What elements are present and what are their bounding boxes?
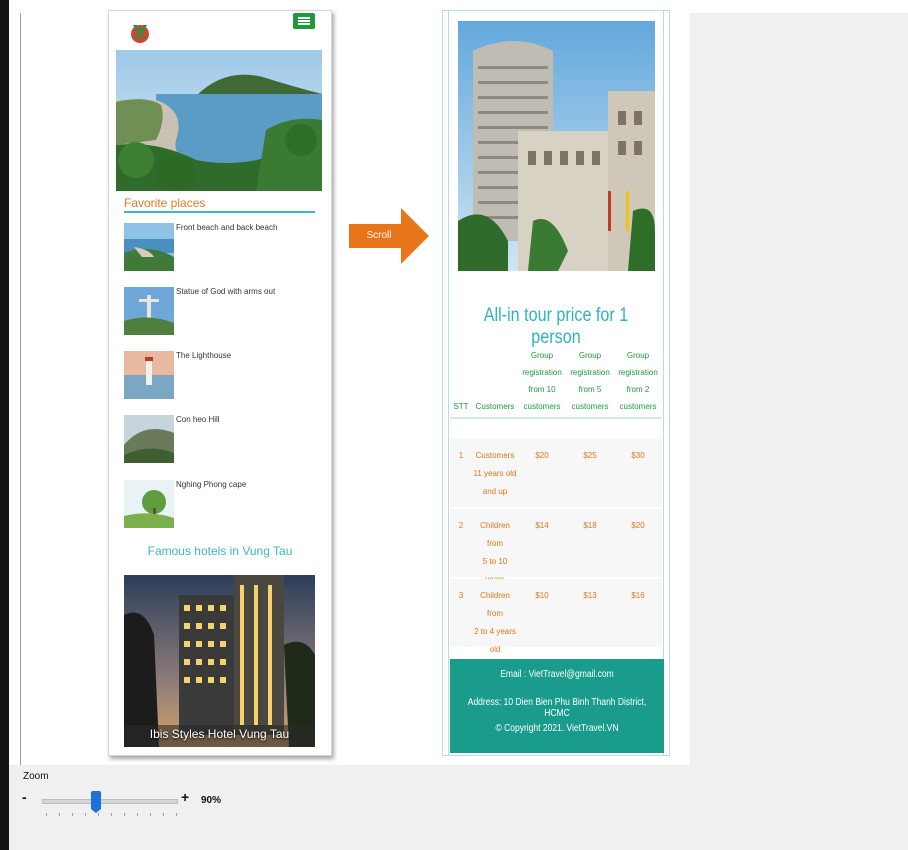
phone-mockup-home: Favorite places Front beach and back bea… [108,10,332,756]
vung-tau-coast-image [116,50,322,191]
zoom-slider-ticks [46,813,177,817]
footer-email[interactable]: Email : VietTravel@gmail.com [466,669,648,680]
place-name: Front beach and back beach [176,223,278,232]
place-item[interactable]: Nghing Phong cape [124,480,319,530]
cell-price: $20 [535,451,549,460]
place-thumbnail [124,480,174,528]
cell-stt: 3 [458,591,464,600]
hotel-building-image [458,21,655,271]
place-item[interactable]: The Lighthouse [124,351,319,401]
table-row: 1 Customers 11 years old and up $20 $25 … [450,439,662,509]
zoom-panel: Zoom - + 90% [9,765,908,850]
cell-price: $10 [535,591,549,600]
left-divider [20,13,21,765]
table-header-row: STT Customers Group registration from 10… [450,347,662,419]
footer-address: Address: 10 Dien Bien Phu Binh Thanh Dis… [467,697,647,719]
zoom-slider-thumb[interactable] [91,791,101,813]
cell-price: $25 [583,451,597,460]
table-row: 3 Children from 2 to 4 years old $10 $13… [450,579,662,654]
zoom-value: 90% [201,795,222,806]
cell-customers: Children from 2 to 4 years old [474,591,516,654]
header-stt: STT [453,402,469,411]
hotel-image[interactable]: Ibis Styles Hotel Vung Tau [124,575,315,747]
favorite-places-title: Favorite places [124,196,206,210]
place-name: Con heo Hill [176,415,220,424]
place-item[interactable]: Con heo Hill [124,415,319,465]
zoom-in-button[interactable]: + [181,789,189,805]
zoom-label: Zoom [23,771,49,782]
title-underline [124,211,315,213]
zoom-out-button[interactable]: - [22,789,27,805]
window-left-edge [0,0,9,850]
header-group-5: Group registration from 5 customers [570,351,610,411]
site-footer: Email : VietTravel@gmail.com Address: 10… [450,659,664,753]
frame-line [663,11,664,755]
place-thumbnail [124,415,174,463]
place-name: The Lighthouse [176,351,232,360]
cell-customers: Customers 11 years old and up [473,451,517,496]
place-thumbnail [124,351,174,399]
cell-price: $18 [583,521,597,530]
place-name: Statue of God with arms out [176,287,276,296]
cell-stt: 2 [458,521,464,530]
scroll-arrow: Scroll [349,208,429,264]
table-row: 2 Children from 5 to 10 years old $14 $1… [450,509,662,602]
brand-logo [127,19,153,45]
header-customers: Customers [475,402,515,411]
empty-canvas-area [690,13,908,765]
cell-price: $13 [583,591,597,600]
cell-stt: 1 [458,451,464,460]
cell-price: $16 [631,591,645,600]
header-group-2: Group registration from 2 customers [618,351,658,411]
place-name: Nghing Phong cape [176,480,247,489]
price-title: All-in tour price for 1 person [483,305,629,348]
place-item[interactable]: Statue of God with arms out [124,287,319,337]
phone-mockup-pricing: All-in tour price for 1 person STT Custo… [442,10,670,756]
scroll-label: Scroll [366,230,392,241]
place-item[interactable]: Front beach and back beach [124,223,319,273]
zoom-slider-track[interactable] [42,799,178,804]
cell-price: $30 [631,451,645,460]
place-thumbnail [124,223,174,271]
hotel-caption: Ibis Styles Hotel Vung Tau [149,727,290,741]
famous-hotels-title: Famous hotels in Vung Tau [147,544,293,558]
place-thumbnail [124,287,174,335]
cell-price: $14 [535,521,549,530]
footer-copyright: © Copyright 2021. VietTravel.VN [495,723,619,734]
hamburger-menu-icon[interactable] [293,13,315,29]
header-group-10: Group registration from 10 customers [522,351,562,411]
frame-line [448,11,449,755]
cell-price: $20 [631,521,645,530]
